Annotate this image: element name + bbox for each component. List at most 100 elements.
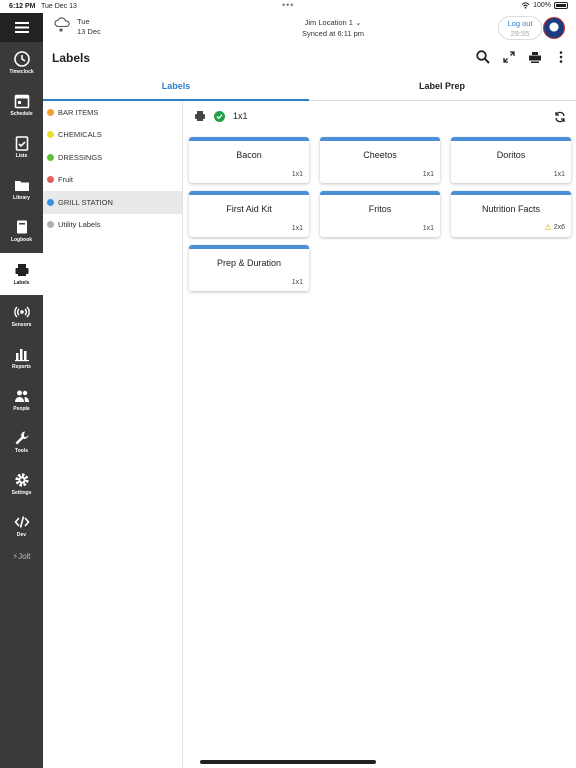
printer-status[interactable]: 1x1 [194, 110, 248, 122]
sidebar-item-label: Lists [15, 153, 28, 159]
code-icon [13, 516, 30, 528]
printer-size: 1x1 [233, 111, 248, 121]
label-size-text: 1x1 [291, 225, 303, 232]
expand-icon[interactable] [502, 50, 516, 64]
sidebar-item-settings[interactable]: Settings [0, 463, 43, 505]
label-name: First Aid Kit [226, 204, 272, 214]
check-circle-icon [214, 110, 225, 122]
refresh-button[interactable] [554, 110, 566, 128]
logout-button[interactable]: Log out 29:55 [498, 16, 542, 40]
sidebar-item-label: Tools [15, 448, 28, 454]
label-card-bar [320, 191, 440, 195]
label-card[interactable]: Cheetos 1x1 [320, 137, 440, 183]
sidebar-item-people[interactable]: People [0, 379, 43, 421]
category-color-dot [47, 176, 54, 184]
label-size-text: 1x1 [422, 171, 434, 178]
sidebar-item-labels[interactable]: Labels [0, 253, 43, 295]
label-size: 1x1 [554, 171, 565, 178]
label-size: 1x1 [292, 279, 303, 286]
label-size: 1x1 [423, 225, 434, 232]
sidebar-item-lists[interactable]: Lists [0, 126, 43, 168]
sidebar-item-label: People [13, 406, 30, 412]
sidebar-item-label: Settings [11, 490, 32, 496]
sidebar-item-dev[interactable]: Dev [0, 505, 43, 547]
wrench-icon [15, 431, 28, 445]
category-name: Utility Labels [58, 220, 101, 230]
label-size-text: 2x6 [553, 224, 565, 231]
bar-chart-icon [14, 349, 29, 362]
jolt-logo: ⚡Jolt [12, 552, 31, 561]
checklist-icon [15, 136, 28, 151]
tab-labels[interactable]: Labels [43, 73, 309, 101]
category-item[interactable]: BAR ITEMS [43, 101, 182, 124]
category-item-selected[interactable]: GRILL STATION [43, 191, 182, 214]
hamburger-icon [14, 22, 29, 33]
sidebar-item-label: Sensors [11, 322, 32, 328]
more-vertical-icon[interactable] [554, 50, 568, 64]
category-color-dot [47, 153, 54, 161]
weather-date: 13 Dec [77, 27, 101, 36]
sidebar-item-sensors[interactable]: Sensors [0, 295, 43, 337]
label-card-bar [320, 137, 440, 141]
label-size: 1x1 [292, 225, 303, 232]
tab-bar: Labels Label Prep [43, 73, 576, 101]
multitasking-dots-icon[interactable]: ••• [282, 0, 294, 10]
label-name: Nutrition Facts [481, 204, 541, 214]
printer-icon [195, 111, 205, 121]
category-name: BAR ITEMS [58, 107, 99, 117]
category-item[interactable]: DRESSINGS [43, 146, 182, 169]
book-icon [16, 220, 27, 234]
label-printer-icon[interactable] [528, 50, 542, 64]
brand-name: Jolt [18, 552, 31, 561]
sidebar-item-label: Schedule [10, 111, 33, 117]
sidebar-item-tools[interactable]: Tools [0, 421, 43, 463]
label-card[interactable]: Fritos 1x1 [320, 191, 440, 237]
label-card[interactable]: Prep & Duration 1x1 [189, 245, 309, 291]
home-indicator[interactable] [200, 760, 376, 764]
sidebar-item-label: Library [13, 195, 30, 201]
label-card-bar [189, 191, 309, 195]
sidebar-item-timeclock[interactable]: Timeclock [0, 42, 43, 84]
label-card-bar [189, 245, 309, 249]
calendar-icon [14, 94, 29, 109]
label-size-text: 1x1 [291, 171, 303, 178]
sidebar-item-label: Dev [16, 532, 27, 538]
label-card-bar [189, 137, 309, 141]
top-bar: Tue 13 Dec Jim Location 1 ⌄ Synced at 6:… [43, 13, 576, 43]
people-icon [14, 390, 29, 402]
label-card[interactable]: Nutrition Facts ⚠ 2x6 [451, 191, 571, 237]
label-name: Doritos [496, 150, 526, 160]
menu-button[interactable] [0, 13, 43, 42]
search-icon[interactable] [476, 50, 490, 64]
tab-label-prep[interactable]: Label Prep [309, 73, 575, 101]
sidebar-item-logbook[interactable]: Logbook [0, 210, 43, 252]
page-title: Labels [52, 51, 91, 65]
sync-status: Synced at 6:11 pm [302, 29, 364, 38]
status-date: Tue Dec 13 [41, 3, 77, 10]
label-name: Bacon [236, 150, 262, 160]
category-item[interactable]: Fruit [43, 169, 182, 192]
sidebar-item-schedule[interactable]: Schedule [0, 84, 43, 126]
cloud-snow-icon [54, 17, 70, 32]
label-size: 1x1 [292, 171, 303, 178]
sidebar-item-label: Logbook [10, 237, 33, 243]
label-card[interactable]: First Aid Kit 1x1 [189, 191, 309, 237]
category-item[interactable]: Utility Labels [43, 214, 182, 237]
category-color-dot [47, 131, 54, 139]
sidebar-item-label: Timeclock [9, 69, 34, 75]
sensor-icon [13, 306, 30, 318]
label-card[interactable]: Bacon 1x1 [189, 137, 309, 183]
toolbar [476, 50, 568, 64]
label-size-text: 1x1 [553, 171, 565, 178]
wifi-icon [521, 2, 530, 9]
category-name: GRILL STATION [58, 197, 113, 207]
label-card[interactable]: Doritos 1x1 [451, 137, 571, 183]
sidebar-item-reports[interactable]: Reports [0, 337, 43, 379]
label-name: Cheetos [363, 150, 397, 160]
sidebar-item-library[interactable]: Library [0, 168, 43, 210]
category-item[interactable]: CHEMICALS [43, 124, 182, 147]
location-name: Jim Location 1 [304, 18, 353, 27]
location-selector[interactable]: Jim Location 1 ⌄ Synced at 6:11 pm [273, 17, 393, 39]
session-timer: 29:55 [510, 29, 530, 38]
avatar[interactable] [543, 17, 565, 39]
